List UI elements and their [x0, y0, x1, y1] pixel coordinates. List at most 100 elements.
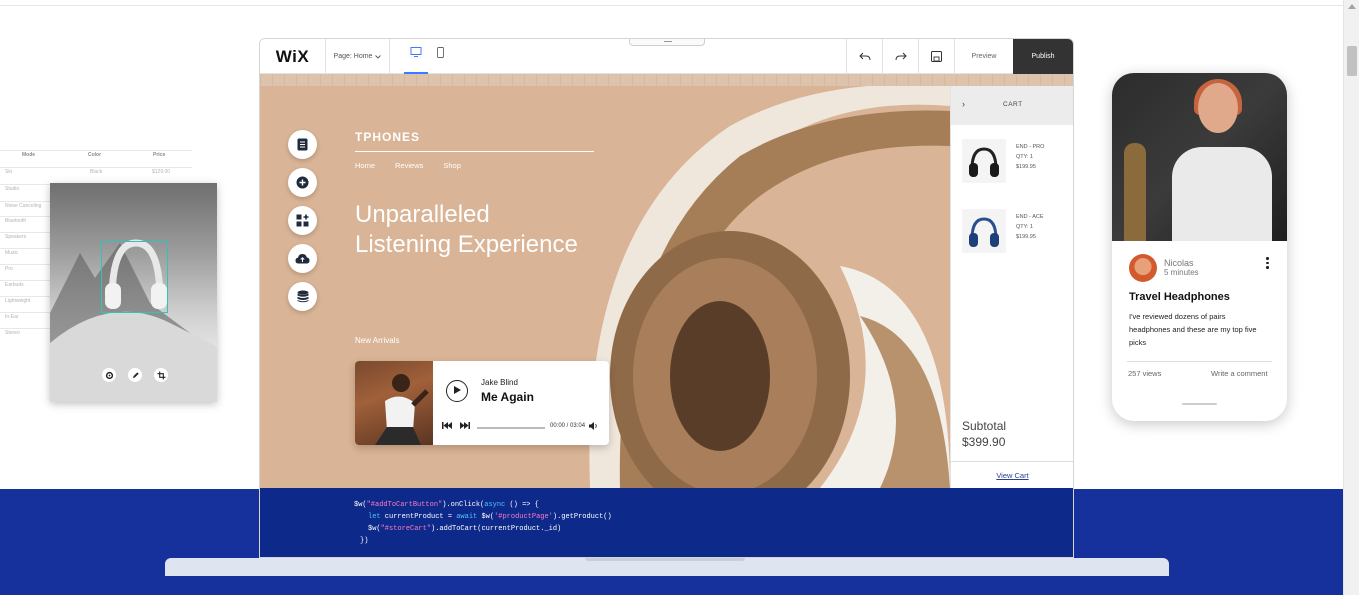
nav-home-link[interactable]: Home	[355, 161, 375, 170]
skateboard-graphic	[1124, 143, 1146, 241]
table-header-row: Mode Color Price	[0, 150, 192, 162]
code-line: $w("#storeCart").addToCart(currentProduc…	[368, 525, 562, 533]
post-divider	[1127, 361, 1272, 362]
phone-home-indicator	[1182, 403, 1217, 405]
editor-ruler	[260, 74, 1073, 86]
code-line: })	[360, 537, 369, 545]
post-time: 5 minutes	[1164, 268, 1199, 277]
cart-item-price: $199.95	[1016, 234, 1036, 240]
more-options-icon[interactable]	[1266, 257, 1270, 271]
music-player: Jake Blind Me Again 00:00 / 03:04	[355, 361, 609, 445]
volume-icon[interactable]	[589, 422, 598, 432]
album-art-image	[355, 361, 433, 445]
post-excerpt: I've reviewed dozens of pairs headphones…	[1129, 312, 1257, 347]
publish-button[interactable]: Publish	[1013, 39, 1073, 74]
chevron-down-icon	[375, 54, 382, 59]
table-cell: Bluetooth	[5, 218, 27, 224]
undo-icon	[858, 52, 870, 60]
cart-title: CART	[1003, 101, 1023, 108]
toolbar-drag-handle[interactable]	[629, 39, 705, 46]
page-selector[interactable]: Page: Home	[326, 39, 390, 74]
edit-pen-icon[interactable]	[128, 368, 142, 382]
scrollbar-thumb[interactable]	[1347, 46, 1357, 76]
table-row: Ski Black $129.00	[0, 167, 192, 179]
redo-button[interactable]	[882, 39, 918, 74]
wix-logo: WiX	[260, 39, 326, 74]
view-cart-link[interactable]: View Cart	[951, 471, 1073, 480]
table-cell: Earbuds	[5, 282, 24, 288]
table-cell: Speakers	[5, 234, 27, 240]
scroll-up-arrow-icon[interactable]	[1348, 4, 1356, 9]
editor-toolbar: WiX Page: Home Preview Publish	[260, 39, 1073, 74]
desktop-monitor-icon	[410, 47, 422, 57]
site-brand: TPHONES	[355, 130, 421, 144]
table-cell: $129.00	[152, 169, 171, 175]
headphones-thumbnail	[962, 209, 1006, 253]
hero-heading: Unparalleled Listening Experience	[355, 200, 645, 260]
person-head-graphic	[1198, 83, 1238, 133]
settings-gear-icon[interactable]	[102, 368, 116, 382]
track-progress-bar[interactable]	[477, 427, 545, 429]
table-cell: Ski	[5, 169, 12, 175]
page-scrollbar[interactable]	[1343, 0, 1359, 595]
crop-icon[interactable]	[154, 368, 168, 382]
save-disk-icon	[931, 51, 942, 62]
track-title: Me Again	[481, 390, 534, 404]
upload-cloud-icon[interactable]	[288, 244, 317, 273]
tools-panel	[288, 130, 317, 320]
database-icon[interactable]	[288, 282, 317, 311]
table-cell: Stereo	[5, 330, 20, 336]
nav-shop-link[interactable]: Shop	[443, 161, 461, 170]
post-views: 257 views	[1128, 369, 1162, 378]
chevron-right-icon[interactable]: ›	[962, 99, 965, 109]
pages-document-icon[interactable]	[288, 130, 317, 159]
author-name[interactable]: Nicolas	[1164, 258, 1194, 268]
site-canvas[interactable]: TPHONES Home Reviews Shop Unparalleled L…	[260, 86, 950, 488]
code-line: let currentProduct = await $w('#productP…	[368, 513, 612, 521]
mobile-phone-icon	[436, 47, 444, 58]
table-cell: Studio	[5, 186, 20, 192]
mobile-view-button[interactable]	[432, 47, 448, 67]
cart-divider	[951, 461, 1073, 462]
nav-reviews-link[interactable]: Reviews	[395, 161, 423, 170]
preview-button[interactable]: Preview	[954, 39, 1013, 74]
save-button[interactable]	[918, 39, 954, 74]
add-element-icon[interactable]	[288, 168, 317, 197]
cart-header: › CART	[951, 86, 1073, 125]
add-apps-icon[interactable]	[288, 206, 317, 235]
redo-icon	[895, 52, 907, 60]
table-cell: Pro	[5, 266, 13, 272]
wix-editor-window: WiX Page: Home Preview Publish TPHONES H…	[259, 38, 1074, 558]
post-title[interactable]: Travel Headphones	[1129, 291, 1230, 303]
table-cell: Black	[90, 169, 103, 175]
code-panel[interactable]: $w("#addToCartButton").onClick(async () …	[260, 488, 1073, 557]
table-cell: Music	[5, 250, 19, 256]
cart-panel: › CART END - PRO QTY: 1 $199.95 END - AC…	[950, 86, 1073, 488]
hero-line-2: Listening Experience	[355, 231, 578, 258]
table-cell: Noise Canceling	[5, 203, 42, 209]
hero-line-1: Unparalleled	[355, 201, 490, 228]
cart-item-price: $199.95	[1016, 164, 1036, 170]
play-button[interactable]	[446, 380, 468, 402]
laptop-base	[165, 558, 1169, 576]
selection-box[interactable]	[101, 241, 168, 313]
desktop-view-button[interactable]	[404, 47, 428, 74]
previous-track-icon[interactable]	[442, 422, 452, 431]
undo-button[interactable]	[846, 39, 882, 74]
cart-item[interactable]: END - PRO QTY: 1 $199.95	[962, 139, 1072, 185]
page-selector-label: Page: Home	[333, 53, 373, 60]
next-track-icon[interactable]	[460, 422, 470, 431]
track-time: 00:00 / 03:04	[550, 423, 586, 429]
headphones-thumbnail	[962, 139, 1006, 183]
author-avatar[interactable]	[1129, 254, 1157, 282]
subtotal-label: Subtotal	[962, 419, 1007, 433]
write-comment-link[interactable]: Write a comment	[1211, 369, 1268, 378]
table-cell: In-Ear	[5, 314, 19, 320]
table-cell: Lightweight	[5, 298, 31, 304]
cart-item[interactable]: END - ACE QTY: 1 $199.95	[962, 209, 1072, 255]
mobile-blog-preview: Nicolas 5 minutes Travel Headphones I've…	[1112, 73, 1287, 421]
image-editor-card[interactable]	[50, 183, 220, 402]
brand-underline	[355, 151, 594, 152]
person-shirt-graphic	[1172, 147, 1272, 241]
table-header: Price	[153, 152, 166, 158]
